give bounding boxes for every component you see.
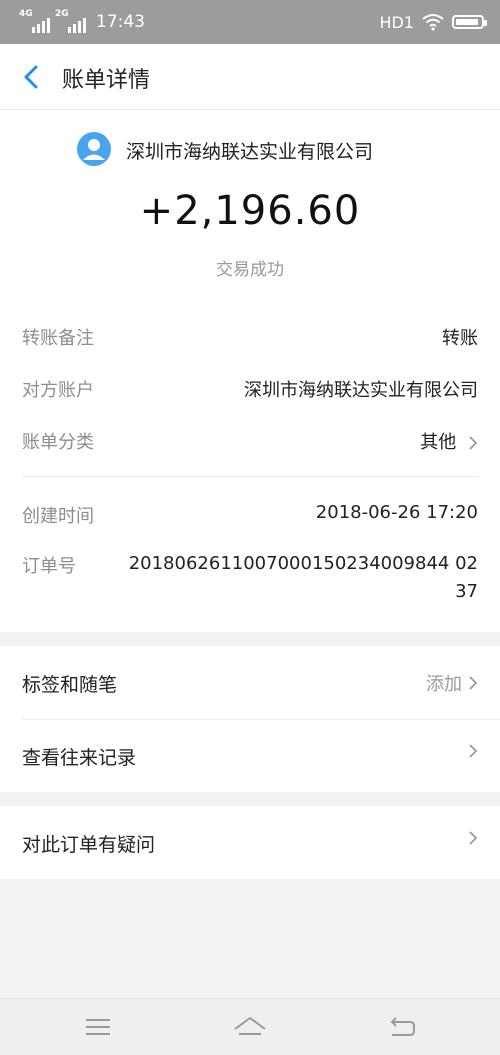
battery-icon: [452, 15, 487, 29]
status-right: HD1: [379, 10, 487, 34]
created-value: 2018-06-26 17:20: [315, 502, 478, 523]
sim2-tag: 2G: [55, 9, 69, 19]
created-label: 创建时间: [22, 506, 94, 527]
question-label: 对此订单有疑问: [22, 834, 156, 856]
menu-icon[interactable]: [78, 1011, 118, 1043]
counterparty-label: 对方账户: [22, 380, 94, 401]
payee-name: 深圳市海纳联达实业有限公司: [126, 141, 374, 163]
history-row[interactable]: 查看往来记录: [0, 719, 500, 792]
order-number: 2018062611007000150234009844 0237: [128, 553, 478, 602]
status-left: 4G 2G 17:43: [19, 9, 145, 34]
chevron-right-icon: [469, 831, 478, 845]
category-label: 账单分类: [22, 432, 94, 453]
page-title: 账单详情: [62, 68, 151, 93]
clock: 17:43: [96, 12, 145, 32]
status-bar: 4G 2G 17:43 HD1: [0, 0, 500, 44]
tags-notes-row[interactable]: 标签和随笔 添加: [0, 646, 500, 719]
category-value: 其他: [420, 432, 457, 453]
history-label: 查看往来记录: [22, 747, 137, 769]
user-avatar-icon: [77, 132, 111, 166]
question-list: 对此订单有疑问: [0, 806, 500, 879]
chevron-left-icon[interactable]: [16, 61, 48, 93]
signal-icon: 4G: [19, 9, 50, 33]
action-list: 标签和随笔 添加 查看往来记录: [0, 646, 500, 792]
signal-icon-2: 2G: [55, 9, 86, 33]
transaction-status: 交易成功: [216, 260, 284, 280]
category-value-wrap[interactable]: 其他: [420, 428, 478, 454]
details-divider: [22, 476, 478, 477]
wifi-icon: [422, 14, 444, 31]
tags-label: 标签和随笔: [22, 674, 118, 696]
chevron-right-icon: [469, 436, 478, 450]
question-row[interactable]: 对此订单有疑问: [0, 806, 500, 879]
order-label: 订单号: [22, 556, 76, 577]
question-action: [468, 830, 478, 846]
sim1-tag: 4G: [19, 9, 33, 19]
counterparty-value: 深圳市海纳联达实业有限公司: [244, 380, 478, 401]
home-icon[interactable]: [230, 1011, 270, 1043]
hd-label: HD1: [379, 12, 414, 32]
category-row[interactable]: 账单分类 其他: [0, 428, 500, 456]
system-nav-bar: [0, 998, 500, 1055]
tags-action: 添加: [426, 670, 478, 696]
nav-bar: 账单详情: [0, 44, 500, 110]
back-icon[interactable]: [382, 1011, 422, 1043]
amount: +2,196.60: [139, 188, 361, 234]
chevron-right-icon: [469, 676, 478, 690]
history-action: [468, 743, 478, 759]
details-section: 转账备注 转账 对方账户 深圳市海纳联达实业有限公司 账单分类 其他 创建时间 …: [0, 300, 500, 632]
tags-add-text: 添加: [426, 674, 462, 695]
remark-label: 转账备注: [22, 328, 94, 349]
remark-value: 转账: [442, 328, 478, 349]
chevron-right-icon: [469, 744, 478, 758]
